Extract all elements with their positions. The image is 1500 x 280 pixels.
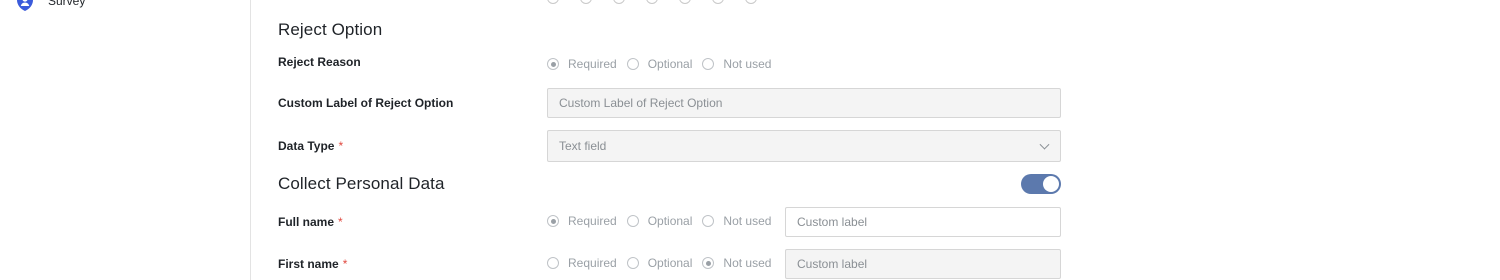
radio-label: Not used [723,57,772,71]
full-name-label: Full name * [278,215,343,229]
radio-option[interactable] [646,0,658,4]
first-name-custom-label-input[interactable]: Custom label [785,249,1061,279]
required-asterisk: * [338,215,343,229]
sidebar-item-label: Survey [48,0,86,8]
radio-option[interactable] [580,0,592,4]
radio-dot[interactable] [626,58,639,70]
radio-label: Not used [723,214,772,228]
radio-dot[interactable] [547,58,559,70]
custom-label-reject-option-label: Custom Label of Reject Option [278,96,454,110]
full-name-not-used-radio[interactable]: Not used [702,214,771,228]
radio-label: Required [568,214,617,228]
reject-reason-label: Reject Reason [278,55,361,69]
chevron-down-icon [1039,139,1050,150]
radio-dot[interactable] [626,215,639,227]
first-name-optional-radio[interactable]: Optional [626,256,693,270]
required-asterisk: * [338,139,344,153]
first-name-label: First name * [278,257,347,271]
radio-option[interactable] [679,0,691,4]
radio-label: Optional [647,256,693,270]
section-title-reject-option: Reject Option [278,20,383,39]
full-name-required-radio[interactable]: Required [547,214,617,228]
radio-dot[interactable] [702,58,715,70]
radio-dot[interactable] [702,215,715,227]
data-type-label-text: Data Type [278,139,335,153]
radio-label: Optional [647,57,693,71]
radio-label: Required [568,57,617,71]
full-name-radio-group: Required Optional Not used [547,213,781,229]
radio-option[interactable] [613,0,625,4]
full-name-custom-label-input[interactable]: Custom label [785,207,1061,237]
first-name-not-used-radio[interactable]: Not used [702,256,771,270]
radio-option[interactable] [745,0,757,4]
collect-personal-data-toggle[interactable] [1021,174,1061,194]
full-name-label-text: Full name [278,215,335,229]
reject-reason-radio-group: Required Optional Not used [547,56,781,72]
input-placeholder: Custom label [797,215,868,229]
sidebar-item-survey[interactable]: Survey [14,0,85,12]
first-name-label-text: First name [278,257,339,271]
full-name-optional-radio[interactable]: Optional [626,214,693,228]
toggle-knob [1043,176,1059,192]
radio-option[interactable] [547,0,559,4]
input-placeholder: Custom Label of Reject Option [559,96,723,110]
custom-label-reject-option-input[interactable]: Custom Label of Reject Option [547,88,1061,118]
radio-dot[interactable] [547,215,559,227]
radio-dot[interactable] [547,257,559,269]
radio-label: Required [568,256,617,270]
reject-reason-required-radio[interactable]: Required [547,57,617,71]
radio-dot[interactable] [626,257,639,269]
first-name-required-radio[interactable]: Required [547,256,617,270]
data-type-label: Data Type * [278,139,343,153]
radio-label: Not used [723,256,772,270]
data-type-select[interactable]: Text field [547,130,1061,162]
main-content: Reject Option Reject Reason Required Opt… [251,0,1500,280]
sidebar: Survey [0,0,251,280]
first-name-radio-group: Required Optional Not used [547,255,781,271]
section-title-collect-personal-data: Collect Personal Data [278,174,445,193]
radio-label: Optional [647,214,693,228]
input-placeholder: Custom label [797,257,868,271]
shield-person-icon [17,0,33,11]
radio-dot[interactable] [702,257,715,269]
reject-reason-optional-radio[interactable]: Optional [626,57,693,71]
reject-reason-not-used-radio[interactable]: Not used [702,57,771,71]
select-value: Text field [559,139,607,153]
radio-option[interactable] [712,0,724,4]
required-asterisk: * [342,257,348,271]
